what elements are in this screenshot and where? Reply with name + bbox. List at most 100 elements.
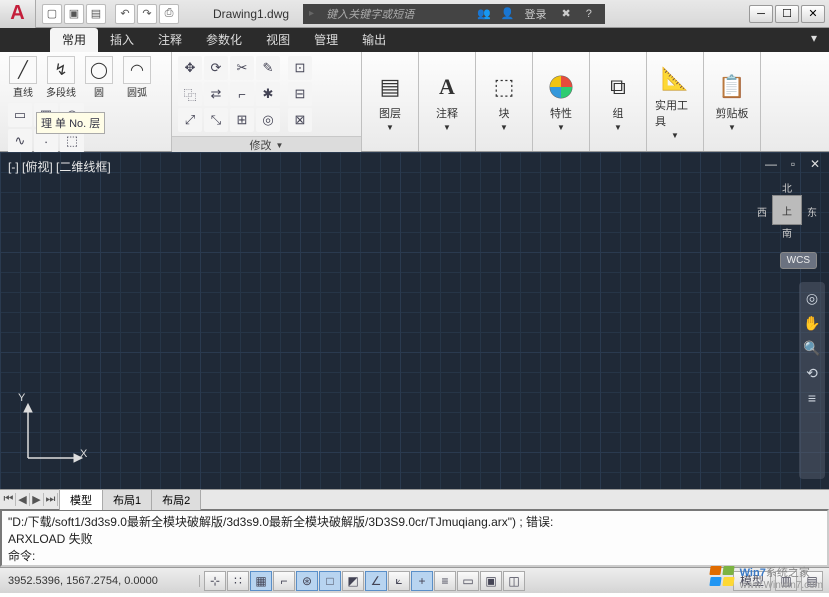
- viewcube-south[interactable]: 南: [782, 225, 792, 240]
- viewcube-top-face[interactable]: 上: [772, 195, 802, 225]
- viewcube-east[interactable]: 东: [807, 204, 817, 219]
- tab-annotate[interactable]: 注释: [146, 28, 194, 52]
- tab-view[interactable]: 视图: [254, 28, 302, 52]
- tab-parametric[interactable]: 参数化: [194, 28, 254, 52]
- status-osnap-icon[interactable]: □: [319, 571, 341, 591]
- vp-minimize-icon[interactable]: —: [763, 156, 779, 172]
- tool-polyline[interactable]: ↯多段线: [44, 56, 78, 99]
- command-line[interactable]: "D:/下载/soft1/3d3s9.0最新全模块破解版/3d3s9.0最新全模…: [0, 509, 829, 567]
- panel-clip-button[interactable]: 📋剪贴板▼: [710, 69, 754, 134]
- command-history-1: "D:/下载/soft1/3d3s9.0最新全模块破解版/3d3s9.0最新全模…: [8, 515, 553, 529]
- tool-explode-icon[interactable]: ✱: [256, 82, 280, 106]
- status-dyn-icon[interactable]: +: [411, 571, 433, 591]
- status-otrack-icon[interactable]: ∠: [365, 571, 387, 591]
- qat-save-icon[interactable]: ▤: [86, 4, 106, 24]
- status-sc-icon[interactable]: ◫: [503, 571, 525, 591]
- tool-copy-icon[interactable]: ⿻: [178, 82, 202, 106]
- help-icon[interactable]: ?: [583, 8, 595, 20]
- nav-showmenu-icon[interactable]: ≡: [808, 390, 816, 406]
- layout-tab-layout2[interactable]: 布局2: [151, 489, 201, 510]
- qat-print-icon[interactable]: ⎙: [159, 4, 179, 24]
- search-input[interactable]: 键入关键字或短语: [322, 4, 462, 24]
- tool-arc[interactable]: ◠圆弧: [120, 56, 154, 99]
- qat-undo-icon[interactable]: ↶: [115, 4, 135, 24]
- panel-modify-title[interactable]: 修改▼: [172, 136, 361, 153]
- tool-scale-icon[interactable]: ⤡: [204, 108, 228, 132]
- panel-util-button[interactable]: 📐实用工具▼: [653, 61, 697, 142]
- status-snap-icon[interactable]: ∷: [227, 571, 249, 591]
- tab-output[interactable]: 输出: [350, 28, 398, 52]
- layout-nav-next-icon[interactable]: ▶: [30, 493, 44, 506]
- tool-mirror-icon[interactable]: ⇄: [204, 82, 228, 106]
- panel-group-button[interactable]: ⧉组▼: [596, 69, 640, 134]
- tab-home[interactable]: 常用: [50, 28, 98, 52]
- status-polar-icon[interactable]: ⊛: [296, 571, 318, 591]
- tool-trim-icon[interactable]: ✂: [230, 56, 254, 80]
- status-3dosnap-icon[interactable]: ◩: [342, 571, 364, 591]
- vp-restore-icon[interactable]: ▫: [785, 156, 801, 172]
- panel-props-button[interactable]: 特性▼: [539, 69, 583, 134]
- status-coordinates[interactable]: 3952.5396, 1567.2754, 0.0000: [0, 575, 200, 587]
- viewcube[interactable]: 北 南 东 西 上: [759, 182, 815, 238]
- drawing-canvas[interactable]: [0, 152, 829, 489]
- tool-extra3-icon[interactable]: ⊠: [288, 108, 312, 132]
- qat-redo-icon[interactable]: ↷: [137, 4, 157, 24]
- exchange-icon[interactable]: ✖: [553, 7, 578, 20]
- viewcube-west[interactable]: 西: [757, 204, 767, 219]
- infocenter-icon[interactable]: 👥: [474, 7, 494, 20]
- status-lwt-icon[interactable]: ≡: [434, 571, 456, 591]
- tool-circle[interactable]: ◯圆: [82, 56, 116, 99]
- layout-tab-model[interactable]: 模型: [59, 489, 103, 510]
- layout-tab-layout1[interactable]: 布局1: [102, 489, 152, 510]
- status-infer-icon[interactable]: ⊹: [204, 571, 226, 591]
- layout-nav-prev-icon[interactable]: ◀: [16, 493, 30, 506]
- panel-layers-button[interactable]: ▤图层▼: [368, 69, 412, 134]
- tool-extra1-icon[interactable]: ⊡: [288, 56, 312, 80]
- nav-pan-icon[interactable]: ✋: [803, 315, 820, 332]
- tab-insert[interactable]: 插入: [98, 28, 146, 52]
- signin-label[interactable]: 登录: [521, 6, 549, 22]
- ribbon-options-icon[interactable]: ▾: [799, 28, 829, 52]
- tool-extra2-icon[interactable]: ⊟: [288, 82, 312, 106]
- status-grid-icon[interactable]: ▦: [250, 571, 272, 591]
- tool-rect-icon[interactable]: ▭: [8, 103, 32, 127]
- history-arrow-icon[interactable]: ▸: [309, 8, 314, 19]
- nav-fullnav-icon[interactable]: ◎: [806, 290, 818, 307]
- viewport-label[interactable]: [-] [俯视] [二维线框]: [8, 158, 111, 175]
- tool-offset-icon[interactable]: ◎: [256, 108, 280, 132]
- tab-manage[interactable]: 管理: [302, 28, 350, 52]
- signin-icon[interactable]: 👤: [498, 7, 518, 20]
- status-ortho-icon[interactable]: ⌐: [273, 571, 295, 591]
- text-icon: A: [431, 71, 463, 103]
- qat-open-icon[interactable]: ▣: [64, 4, 84, 24]
- viewcube-north[interactable]: 北: [782, 180, 792, 195]
- tool-rotate-icon[interactable]: ⟳: [204, 56, 228, 80]
- status-ducs-icon[interactable]: ⟀: [388, 571, 410, 591]
- nav-zoom-icon[interactable]: 🔍: [803, 340, 820, 357]
- tool-spline-icon[interactable]: ∿: [8, 129, 32, 153]
- tool-line[interactable]: ╱直线: [6, 56, 40, 99]
- nav-orbit-icon[interactable]: ⟲: [806, 365, 818, 382]
- status-qp-icon[interactable]: ▣: [480, 571, 502, 591]
- layout-nav-first-icon[interactable]: ⏮: [2, 493, 16, 506]
- tool-array-icon[interactable]: ⊞: [230, 108, 254, 132]
- wcs-badge[interactable]: WCS: [780, 252, 817, 269]
- props-icon: [545, 71, 577, 103]
- tool-stretch-icon[interactable]: ⤢: [178, 108, 202, 132]
- tool-move-icon[interactable]: ✥: [178, 56, 202, 80]
- layout-nav-last-icon[interactable]: ⏭: [44, 493, 58, 506]
- minimize-button[interactable]: ─: [749, 5, 773, 23]
- app-logo[interactable]: A: [0, 0, 36, 28]
- maximize-button[interactable]: ☐: [775, 5, 799, 23]
- panel-block-button[interactable]: ⬚块▼: [482, 69, 526, 134]
- panel-annot-button[interactable]: A注释▼: [425, 69, 469, 134]
- qat-new-icon[interactable]: ▢: [42, 4, 62, 24]
- ucs-icon: Y X: [18, 398, 88, 471]
- ribbon-tabstrip: 常用 插入 注释 参数化 视图 管理 输出 ▾: [0, 28, 829, 52]
- close-button[interactable]: ✕: [801, 5, 825, 23]
- vp-close-icon[interactable]: ✕: [807, 156, 823, 172]
- document-title: Drawing1.dwg: [205, 7, 297, 21]
- status-tpy-icon[interactable]: ▭: [457, 571, 479, 591]
- tool-erase-icon[interactable]: ✎: [256, 56, 280, 80]
- tool-fillet-icon[interactable]: ⌐: [230, 82, 254, 106]
